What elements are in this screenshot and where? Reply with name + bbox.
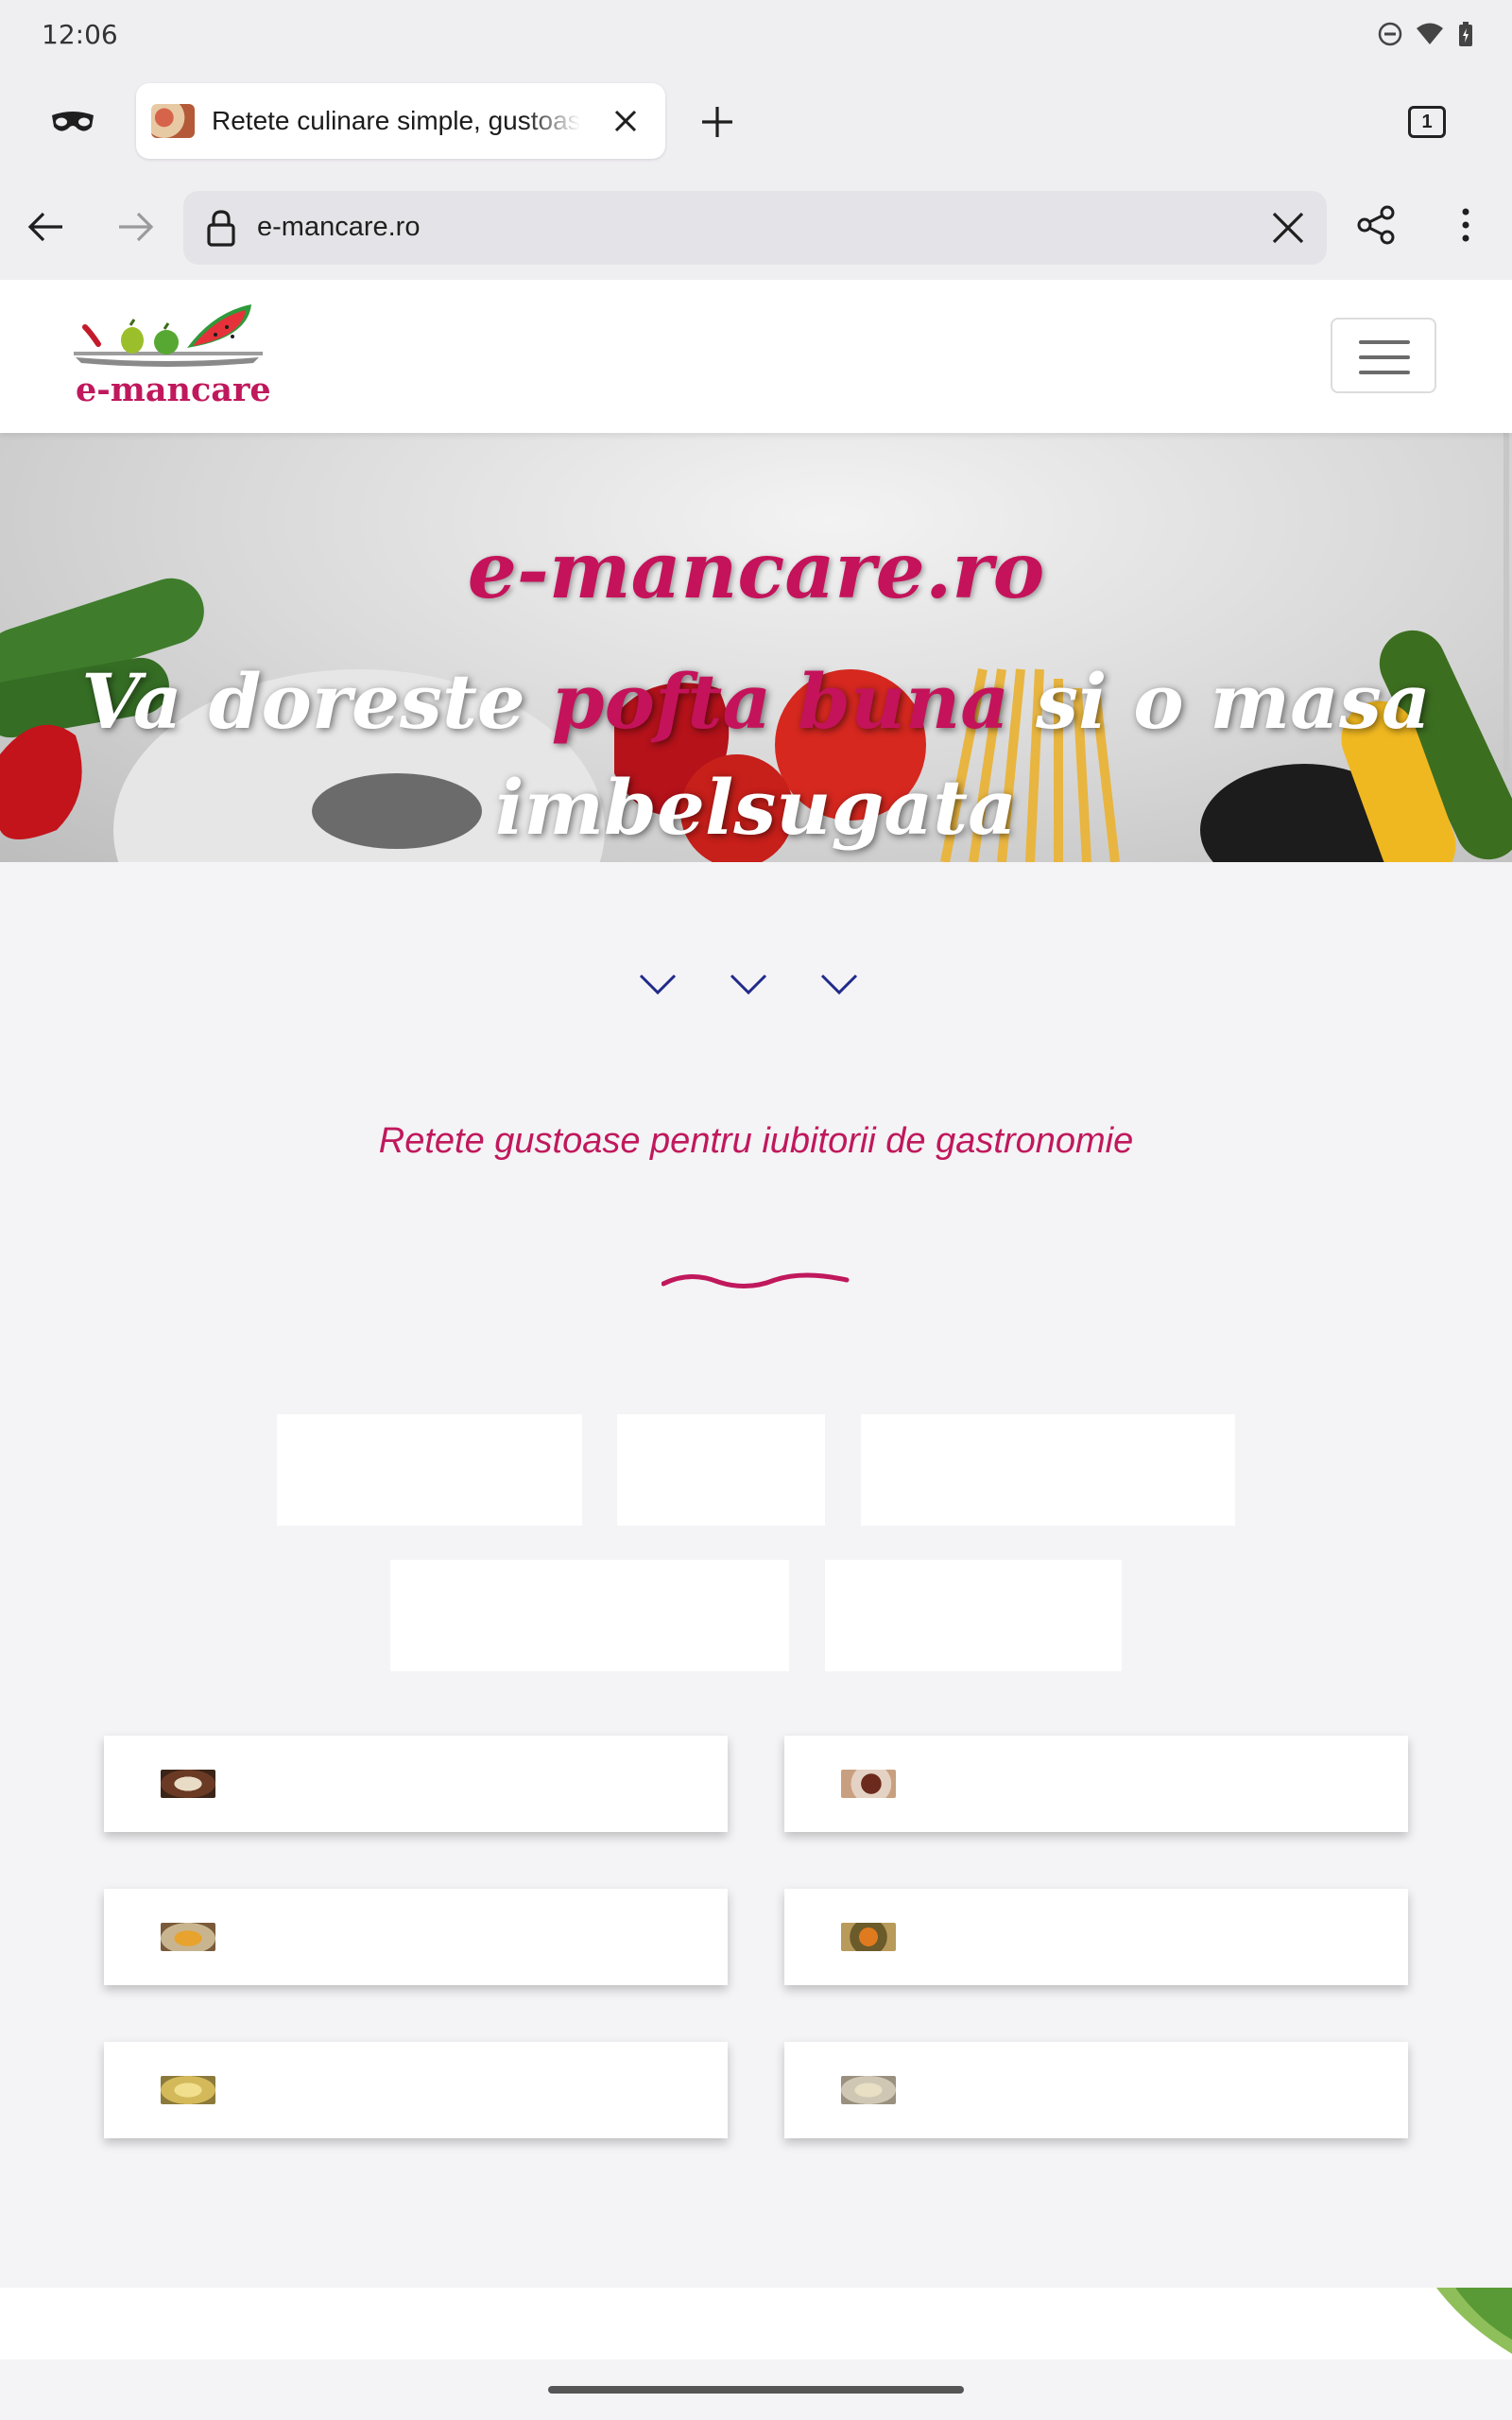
scroll-down-chevrons[interactable] xyxy=(633,968,879,1006)
category-box[interactable] xyxy=(825,1560,1122,1671)
category-box[interactable] xyxy=(390,1560,789,1671)
footer-strip xyxy=(0,2288,1512,2360)
do-not-disturb-icon xyxy=(1378,22,1402,46)
logo-fruits-icon xyxy=(74,304,263,367)
tab-title: Retete culinare simple, gustoase xyxy=(212,106,580,135)
hero-tagline-part: Va doreste xyxy=(81,657,552,746)
recipe-card[interactable] xyxy=(784,1736,1408,1832)
close-icon[interactable] xyxy=(612,108,639,134)
browser-toolbar: e-mancare.ro xyxy=(0,174,1512,280)
section-subtitle: Retete gustoase pentru iubitorii de gast… xyxy=(378,1121,1134,1161)
web-page: e-mancare e-mancare.ro Va doreste pofta … xyxy=(0,280,1512,2360)
category-box[interactable] xyxy=(277,1414,582,1526)
hamburger-menu-icon xyxy=(1359,371,1410,374)
recipe-card[interactable] xyxy=(104,1889,728,1985)
chevron-down-icon xyxy=(820,974,858,995)
logo-text: e-mancare xyxy=(76,371,271,409)
hamburger-menu-button[interactable] xyxy=(1331,318,1436,393)
arrow-left-icon[interactable] xyxy=(25,206,66,248)
recipe-card[interactable] xyxy=(104,1736,728,1832)
more-vert-icon[interactable] xyxy=(1452,204,1480,246)
chevron-down-icon xyxy=(639,974,677,995)
close-icon[interactable] xyxy=(1270,210,1306,246)
site-header: e-mancare xyxy=(0,280,1512,433)
hamburger-menu-icon xyxy=(1359,355,1410,359)
decorative-squiggle xyxy=(662,1272,850,1288)
category-box[interactable] xyxy=(861,1414,1235,1526)
address-bar[interactable]: e-mancare.ro xyxy=(183,191,1327,265)
status-bar: 12:06 xyxy=(0,0,1512,68)
hamburger-menu-icon xyxy=(1359,340,1410,344)
url-text[interactable]: e-mancare.ro xyxy=(257,212,420,243)
recipe-thumbnail xyxy=(841,1923,896,1951)
recipe-thumbnail xyxy=(161,2076,215,2104)
chevron-down-icon xyxy=(730,974,767,995)
recipe-thumbnail xyxy=(161,1770,215,1798)
site-favicon-icon xyxy=(151,104,195,138)
site-logo[interactable]: e-mancare xyxy=(74,299,272,412)
plus-icon[interactable] xyxy=(699,104,735,140)
hero-site-name: e-mancare.ro xyxy=(467,526,1045,616)
status-icons xyxy=(1378,21,1474,47)
hero-tagline: Va doreste pofta buna si o masa imbelsuga… xyxy=(0,648,1512,860)
share-icon[interactable] xyxy=(1355,204,1397,246)
gesture-navigation-bar[interactable] xyxy=(548,2386,964,2394)
recipe-thumbnail xyxy=(841,1770,896,1798)
battery-icon xyxy=(1459,22,1472,46)
recipe-thumbnail xyxy=(841,2076,896,2104)
tab-switcher-button[interactable]: 1 xyxy=(1408,106,1446,138)
hero-tagline-highlight: pofta buna xyxy=(551,657,1010,746)
recipe-thumbnail xyxy=(161,1923,215,1951)
category-box[interactable] xyxy=(617,1414,825,1526)
incognito-icon[interactable] xyxy=(49,102,96,140)
wifi-icon xyxy=(1417,23,1443,44)
tab-strip: Retete culinare simple, gustoase 1 xyxy=(0,68,1512,174)
recipe-card[interactable] xyxy=(784,1889,1408,1985)
hero-banner: e-mancare.ro Va doreste pofta buna si o … xyxy=(0,433,1512,862)
recipe-card[interactable] xyxy=(104,2042,728,2138)
vegetable-image xyxy=(1436,2288,1512,2354)
arrow-right-icon[interactable] xyxy=(115,206,157,248)
hero-tagline-part: si o masa xyxy=(1009,657,1431,746)
lock-icon[interactable] xyxy=(204,208,238,248)
active-tab[interactable]: Retete culinare simple, gustoase xyxy=(136,83,665,159)
recipe-card[interactable] xyxy=(784,2042,1408,2138)
status-time: 12:06 xyxy=(42,19,118,50)
hero-tagline-part: imbelsugata xyxy=(494,763,1018,852)
